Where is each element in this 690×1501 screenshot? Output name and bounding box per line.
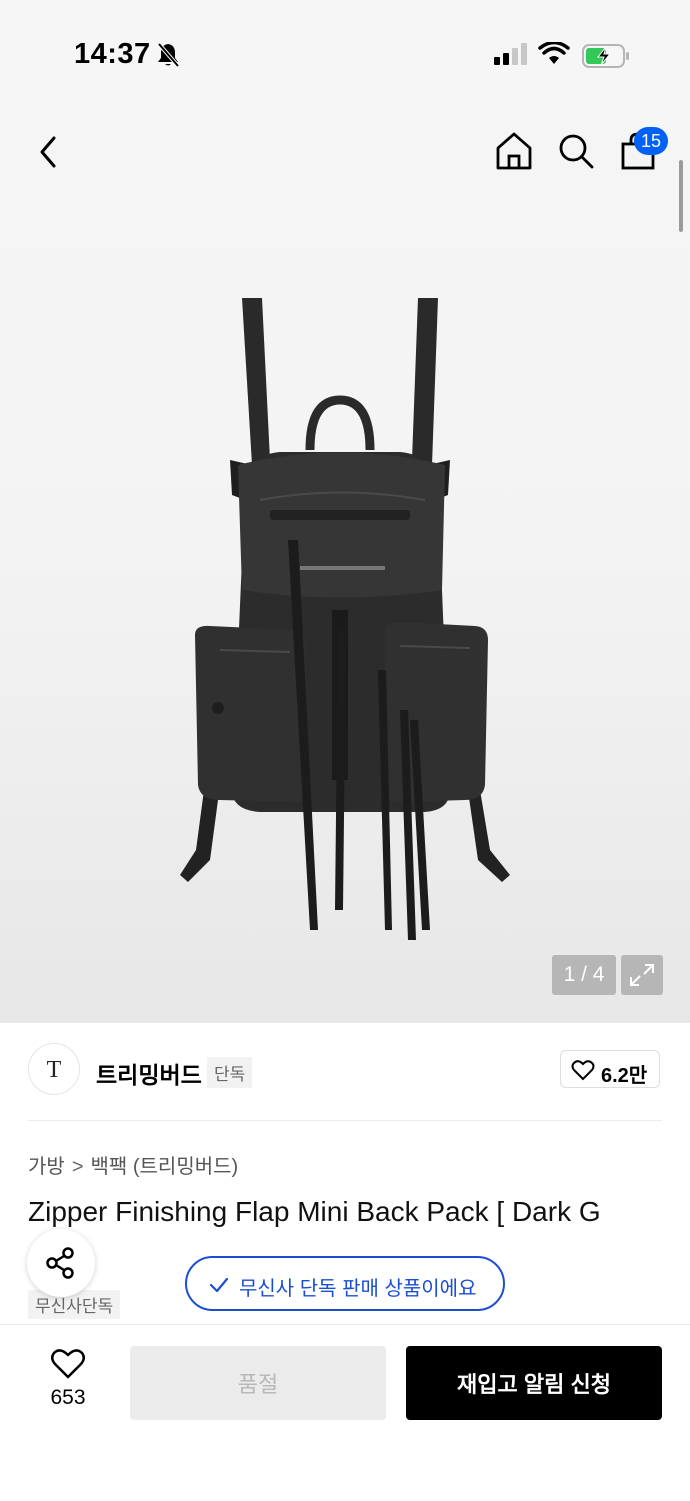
home-icon[interactable] bbox=[494, 130, 534, 172]
heart-icon bbox=[571, 1060, 595, 1081]
brand-row: T 트리밍버드 단독 6.2만 bbox=[28, 1043, 662, 1101]
heart-icon bbox=[51, 1349, 85, 1379]
back-arrow-icon[interactable] bbox=[30, 130, 70, 174]
breadcrumb-category[interactable]: 가방 bbox=[28, 1156, 65, 1178]
breadcrumb: 가방 > 백팩 (트리밍버드) bbox=[28, 1150, 238, 1179]
check-icon bbox=[209, 1277, 229, 1293]
status-time: 14:37 bbox=[74, 38, 151, 70]
chevron-right-icon: > bbox=[71, 1156, 84, 1178]
brand-exclusive-tag: 단독 bbox=[207, 1057, 253, 1088]
cart-count-badge: 15 bbox=[634, 127, 668, 155]
exclusive-notice-text: 무신사 단독 판매 상품이에요 bbox=[239, 1278, 477, 1300]
status-bar: 14:37 bbox=[0, 0, 690, 110]
expand-icon bbox=[630, 964, 654, 986]
exclusive-notice-pill: 무신사 단독 판매 상품이에요 bbox=[185, 1256, 505, 1311]
cellular-signal-icon bbox=[494, 43, 527, 65]
brand-logo[interactable]: T bbox=[28, 1043, 80, 1095]
restock-alert-button[interactable]: 재입고 알림 신청 bbox=[406, 1346, 662, 1420]
divider bbox=[28, 1120, 662, 1121]
share-icon bbox=[46, 1247, 74, 1279]
silent-bell-icon bbox=[157, 42, 180, 68]
battery-charging-icon bbox=[582, 44, 629, 68]
brand-like-button[interactable]: 6.2만 bbox=[560, 1050, 660, 1088]
wifi-icon bbox=[538, 42, 570, 64]
expand-image-button[interactable] bbox=[621, 955, 663, 995]
brand-like-count: 6.2만 bbox=[601, 1065, 648, 1087]
image-page-indicator: 1 / 4 bbox=[552, 955, 616, 995]
search-icon[interactable] bbox=[556, 130, 596, 172]
product-title: Zipper Finishing Flap Mini Back Pack [ D… bbox=[28, 1196, 601, 1227]
share-button[interactable] bbox=[27, 1229, 95, 1297]
scrollbar[interactable] bbox=[679, 160, 683, 232]
product-image bbox=[180, 298, 510, 940]
brand-name[interactable]: 트리밍버드 bbox=[96, 1056, 202, 1090]
breadcrumb-subcategory[interactable]: 백팩 (트리밍버드) bbox=[91, 1156, 239, 1178]
wishlist-button[interactable]: 653 bbox=[40, 1348, 96, 1410]
wishlist-count: 653 bbox=[50, 1386, 86, 1409]
soldout-button[interactable]: 품절 bbox=[130, 1346, 386, 1420]
